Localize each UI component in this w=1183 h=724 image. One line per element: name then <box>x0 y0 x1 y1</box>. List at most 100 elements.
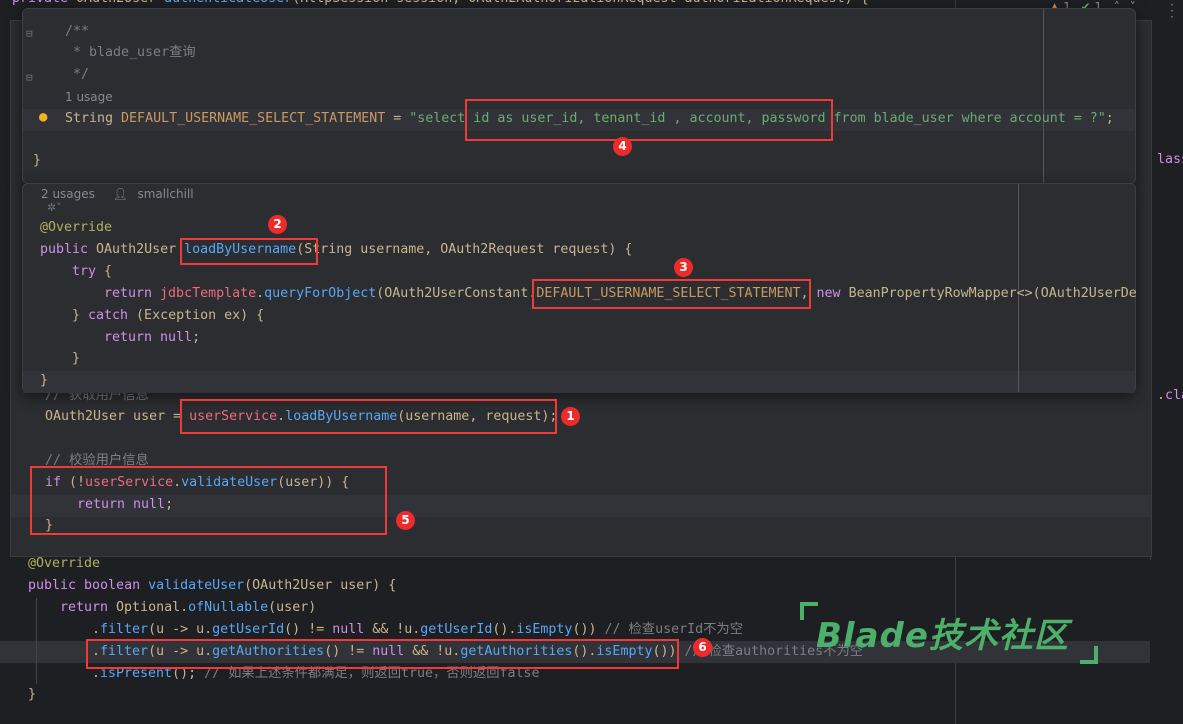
author-name[interactable]: smallchill <box>137 187 193 201</box>
badge-3: 3 <box>674 258 693 277</box>
highlight-box-3 <box>532 279 811 309</box>
code-fragment: .cla <box>1157 385 1183 407</box>
code-token: authenticateUser <box>164 0 292 6</box>
code-token: return <box>104 286 161 301</box>
badge-1: 1 <box>561 407 580 426</box>
code-token: OAuth2User <box>76 0 164 6</box>
code-token: cla <box>1165 388 1183 403</box>
code-line[interactable]: /** <box>65 21 89 43</box>
code-token: getUserId <box>212 622 285 637</box>
lightbulb-icon[interactable]: ● <box>39 109 47 125</box>
code-token: (String username, OAuth2Request request)… <box>296 242 633 257</box>
code-token: new <box>816 286 849 301</box>
fold-icon[interactable]: ⊟ <box>26 27 33 40</box>
definition-popup-constant: ⊟ ⊟ ● <box>22 8 1136 184</box>
code-token: BeanPropertyRowMapper<>(OAuth2UserDe <box>848 286 1137 301</box>
code-token: } <box>72 351 81 366</box>
code-token: && !u. <box>364 622 421 637</box>
code-line[interactable]: } catch (Exception ex) { <box>72 305 264 327</box>
code-line[interactable]: } <box>40 370 48 392</box>
code-token: ofNullable <box>188 600 269 615</box>
highlight-box-1 <box>180 399 557 434</box>
margin-guide <box>1043 9 1044 183</box>
code-vision-hints: 2 usages 👤︎ smallchill <box>41 184 194 202</box>
code-token: queryForObject <box>264 286 377 301</box>
code-token: . <box>1157 388 1166 403</box>
watermark-bracket-right <box>1080 646 1098 664</box>
code-line[interactable]: } <box>28 684 36 706</box>
badge-5: 5 <box>396 511 415 530</box>
code-token: (). <box>492 622 517 637</box>
highlight-box-2 <box>180 238 318 265</box>
code-line[interactable]: return Optional.ofNullable(user) <box>60 597 316 619</box>
code-line[interactable]: * blade_user查询 <box>65 42 196 64</box>
code-fragment: lass <box>1157 149 1183 171</box>
code-token: @Override <box>40 220 113 235</box>
highlight-box-5 <box>30 466 387 535</box>
code-token: Optional. <box>116 600 189 615</box>
code-token: (Exception ex) { <box>128 308 265 323</box>
code-token: OAuth2User <box>96 242 185 257</box>
code-token: (user) <box>268 600 317 615</box>
code-line[interactable]: public OAuth2User loadByUsername(String … <box>40 239 632 261</box>
code-token: (HttpSession session, OAuth2Authorizatio… <box>292 0 868 6</box>
code-token: (OAuth2UserConstant. <box>376 286 537 301</box>
code-token: OAuth2User user = <box>45 409 190 424</box>
code-token: catch <box>88 308 129 323</box>
highlight-box-4 <box>465 99 833 141</box>
code-token: ; <box>1105 111 1114 126</box>
code-token: try <box>72 264 97 279</box>
code-token: getUserId <box>420 622 493 637</box>
code-token: public boolean <box>28 578 149 593</box>
badge-4: 4 <box>613 137 632 156</box>
code-token: ; <box>192 330 201 345</box>
code-token: filter <box>100 622 149 637</box>
code-token: () != <box>284 622 333 637</box>
code-line[interactable]: try { <box>72 261 112 283</box>
code-token: } <box>28 687 37 702</box>
code-token: = <box>385 111 410 126</box>
code-token: } <box>33 153 42 168</box>
code-line[interactable]: return null; <box>104 327 200 349</box>
code-token: @Override <box>28 556 101 571</box>
code-token: public <box>40 242 97 257</box>
code-line[interactable]: */ <box>65 64 89 86</box>
code-token: null <box>332 622 365 637</box>
code-token: jdbcTemplate <box>160 286 257 301</box>
fold-icon[interactable]: ⊟ <box>26 71 33 84</box>
ai-actions-icon[interactable]: ✲˅ <box>47 201 62 214</box>
code-line[interactable]: .filter(u -> u.getUserId() != null && !u… <box>92 619 743 641</box>
code-token: isEmpty <box>516 622 573 637</box>
watermark-logo: Blade技术社区 <box>816 616 1069 656</box>
code-token: String <box>65 111 122 126</box>
code-token: 1 usage <box>65 90 113 104</box>
usages-link[interactable]: 2 usages <box>41 187 95 201</box>
code-line[interactable]: @Override <box>40 217 112 239</box>
code-token: . <box>256 286 265 301</box>
code-line[interactable]: 1 usage <box>65 86 113 108</box>
badge-2: 2 <box>268 215 287 234</box>
code-token: DEFAULT_USERNAME_SELECT_STATEMENT <box>121 111 386 126</box>
code-token: } <box>40 373 49 388</box>
code-line[interactable]: public boolean validateUser(OAuth2User u… <box>28 575 396 597</box>
line-highlight <box>23 371 1135 393</box>
code-token: (OAuth2User user) { <box>244 578 397 593</box>
code-token: return <box>60 600 117 615</box>
highlight-box-6 <box>86 639 679 669</box>
person-icon: 👤︎ <box>112 187 128 201</box>
code-line[interactable]: } <box>33 150 41 172</box>
code-token: // 检查userId不为空 <box>604 622 744 637</box>
code-token: ()) <box>572 622 605 637</box>
code-token: (u -> u. <box>148 622 213 637</box>
code-token: . <box>92 622 101 637</box>
code-token: /** <box>65 24 90 39</box>
code-token: private <box>12 0 76 6</box>
code-token: validateUser <box>148 578 245 593</box>
more-icon[interactable]: · · · <box>1170 0 1174 23</box>
code-token: } <box>72 308 89 323</box>
code-token: return null <box>104 330 193 345</box>
code-line[interactable]: } <box>72 348 80 370</box>
code-token: { <box>96 264 113 279</box>
code-token: */ <box>65 67 90 82</box>
badge-6: 6 <box>693 638 712 657</box>
